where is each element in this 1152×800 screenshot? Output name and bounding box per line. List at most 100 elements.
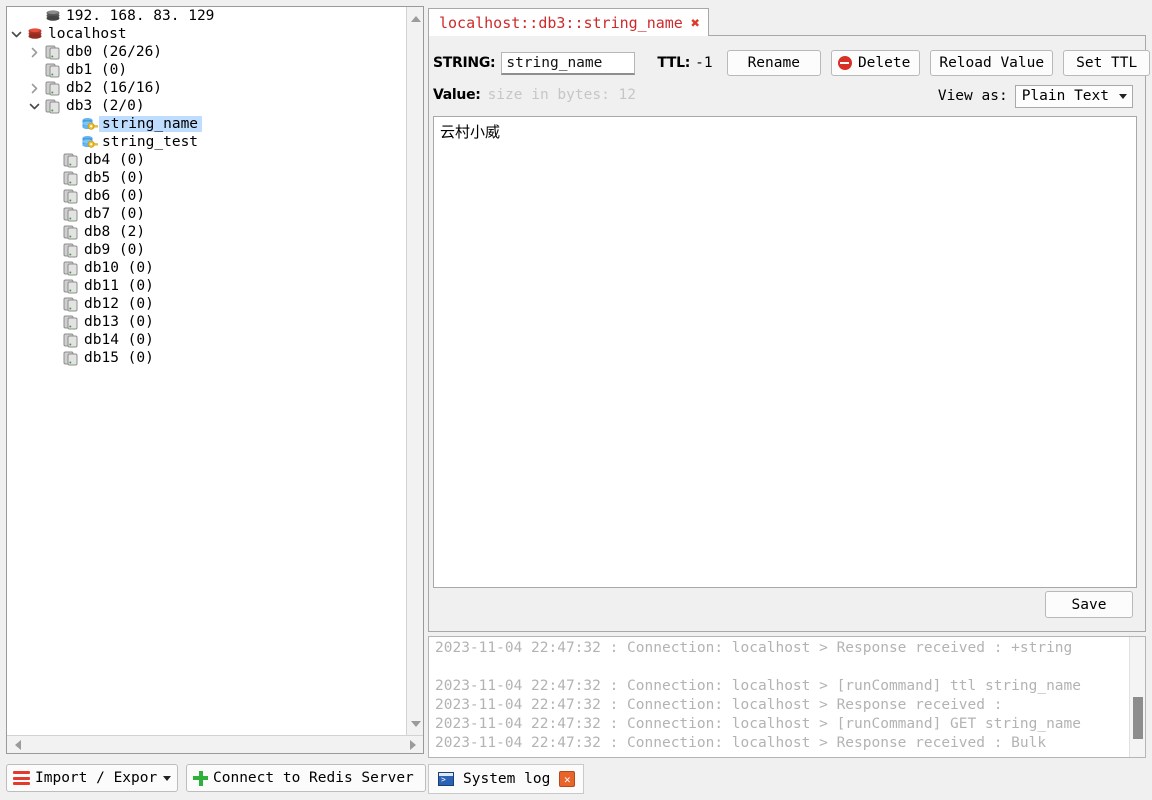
key-type-label: STRING: [433,55,496,71]
tree-item-label: db0 (26/26) [66,44,163,60]
tree-item-db10[interactable]: db10 (0) [7,259,407,277]
tree-item-localhost[interactable]: localhost [7,25,407,43]
tree-item-db3[interactable]: db3 (2/0) [7,97,407,115]
database-icon [61,151,81,169]
tab-system-log[interactable]: System log ✕ [428,764,585,794]
scroll-left-icon[interactable] [9,736,26,753]
tree-item-label: db13 (0) [84,314,154,330]
tree-item-label: string_name [99,116,203,132]
tree-item-label: string_test [102,134,199,150]
plus-icon [193,770,208,786]
tree-item-label: db6 (0) [84,188,146,204]
chevron-down-icon[interactable] [7,25,25,43]
delete-button[interactable]: Delete [830,50,921,76]
chevron-down-icon [163,775,171,781]
save-button[interactable]: Save [1045,591,1133,618]
tree-item-label: db9 (0) [84,242,146,258]
import-export-button[interactable]: Import / Expor [6,764,178,792]
tree-horizontal-scrollbar[interactable] [7,735,423,753]
scroll-right-icon[interactable] [404,736,421,753]
database-icon [61,331,81,349]
server-icon-offline [43,7,63,25]
redis-desktop-manager-window: 192. 168. 83. 129 localhost db0 (26/26) db1… [0,0,1152,800]
tree-item-db7[interactable]: db7 (0) [7,205,407,223]
tree-item-db4[interactable]: db4 (0) [7,151,407,169]
tree-item-db0[interactable]: db0 (26/26) [7,43,407,61]
log-scrollbar-thumb[interactable] [1133,697,1143,739]
tree-item-db14[interactable]: db14 (0) [7,331,407,349]
server-tree[interactable]: 192. 168. 83. 129 localhost db0 (26/26) db1… [7,7,407,735]
tree-item-label: db5 (0) [84,170,146,186]
tree-item-db15[interactable]: db15 (0) [7,349,407,367]
database-icon [43,61,63,79]
view-as-row: View as: Plain Text [938,84,1133,108]
scroll-up-icon[interactable] [407,10,423,27]
server-tree-panel: 192. 168. 83. 129 localhost db0 (26/26) db1… [6,6,424,754]
tree-item-db6[interactable]: db6 (0) [7,187,407,205]
editor-tabstrip: localhost::db3::string_name ✖ [428,6,1146,37]
scroll-down-icon[interactable] [407,715,423,732]
delete-button-label: Delete [857,55,911,71]
value-textarea[interactable]: 云村小威 [433,116,1137,588]
database-icon [43,43,63,61]
chevron-right-icon[interactable] [25,43,43,61]
ttl-label: TTL: [657,55,691,71]
tree-item-label: db2 (16/16) [66,80,163,96]
tree-item-label: db3 (2/0) [66,98,145,114]
key-name-input[interactable] [501,51,636,75]
import-export-label: Import / Expor [35,770,158,786]
tab-localhost-db3-string_name[interactable]: localhost::db3::string_name ✖ [428,8,709,37]
view-as-select[interactable]: Plain Text [1014,84,1133,108]
database-icon [61,277,81,295]
tree-item-db5[interactable]: db5 (0) [7,169,407,187]
database-icon [61,259,81,277]
connect-to-redis-server-button[interactable]: Connect to Redis Server [186,764,426,792]
tree-item-db12[interactable]: db12 (0) [7,295,407,313]
system-log-close-icon[interactable]: ✕ [559,771,576,787]
tree-item-db8[interactable]: db8 (2) [7,223,407,241]
ttl-value: -1 [695,55,713,71]
set-ttl-button-label: Set TTL [1076,55,1138,71]
tree-item-db2[interactable]: db2 (16/16) [7,79,407,97]
key-editor-body: STRING: TTL: -1 Rename Delete Reload Val… [428,36,1151,632]
tree-item-192.[interactable]: 192. 168. 83. 129 [7,7,407,25]
bottom-toolbar: Import / Expor Connect to Redis Server [6,762,426,794]
tab-label: localhost::db3::string_name [439,13,683,32]
tree-item-label: db1 (0) [66,62,128,78]
tab-close-icon[interactable]: ✖ [691,14,700,32]
set-ttl-button[interactable]: Set TTL [1063,50,1151,76]
tree-item-label: db11 (0) [84,278,154,294]
reload-value-button[interactable]: Reload Value [930,50,1054,76]
tree-item-db13[interactable]: db13 (0) [7,313,407,331]
chevron-down-icon[interactable] [25,97,43,115]
tree-item-string_name[interactable]: string_name [7,115,407,133]
redis-server-icon [25,25,45,43]
key-editor-panel: localhost::db3::string_name ✖ STRING: TT… [428,6,1151,632]
tree-item-db1[interactable]: db1 (0) [7,61,407,79]
tree-item-string_test[interactable]: string_test [7,133,407,151]
log-line: 2023-11-04 22:47:32 : Connection: localh… [435,678,1082,694]
chevron-right-icon[interactable] [25,79,43,97]
database-icon [43,97,63,115]
tree-item-label: 192. 168. 83. 129 [66,8,215,24]
value-label: Value: [433,87,481,103]
tree-item-db9[interactable]: db9 (0) [7,241,407,259]
rename-button[interactable]: Rename [726,50,821,76]
tree-item-label: db14 (0) [84,332,154,348]
log-line-list: 2023-11-04 22:47:32 : Connection: localh… [429,637,1129,757]
tree-item-label: db7 (0) [84,206,146,222]
tree-vertical-scrollbar[interactable] [406,7,423,735]
save-button-label: Save [1071,596,1107,613]
log-vertical-scrollbar[interactable] [1129,637,1145,757]
tree-item-db11[interactable]: db11 (0) [7,277,407,295]
database-icon [61,313,81,331]
